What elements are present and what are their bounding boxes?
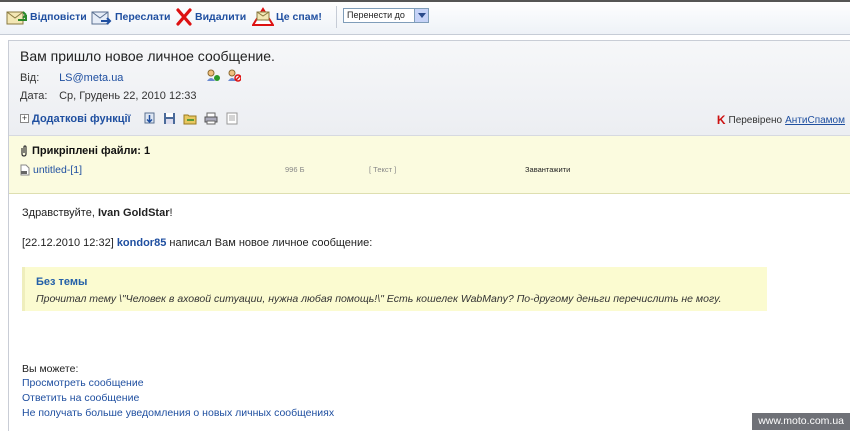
- antispam-link[interactable]: АнтиСпамом: [785, 115, 845, 126]
- rfc-icon[interactable]: [225, 112, 239, 125]
- move-to-folder-value: Перенести до: [347, 10, 405, 20]
- date-label: Дата:: [20, 90, 48, 102]
- extra-functions-link[interactable]: Додаткові функції: [32, 113, 131, 125]
- from-address[interactable]: LS@meta.ua: [59, 72, 123, 84]
- notice-line: [22.12.2010 12:32] kondor85 написал Вам …: [22, 237, 372, 249]
- reply-message-link[interactable]: Ответить на сообщение: [22, 392, 139, 404]
- reply-button[interactable]: Відповісти: [6, 7, 87, 27]
- spam-icon: [252, 7, 274, 27]
- attachment-file-name: untitled-[1]: [33, 164, 83, 176]
- reply-button-label: Відповісти: [30, 11, 87, 23]
- from-label: Від:: [20, 72, 40, 84]
- attachments-title-text: Прикріплені файли: 1: [32, 145, 151, 157]
- forward-button-label: Переслати: [115, 11, 171, 23]
- add-contact-icon[interactable]: [206, 69, 220, 85]
- expand-icon[interactable]: +: [20, 114, 29, 123]
- greeting: Здравствуйте, Ivan GoldStar!: [22, 207, 173, 219]
- attachment-file-link[interactable]: untitled-[1]: [20, 164, 82, 176]
- antispam-verified: K Перевірено АнтиСпамом: [717, 113, 845, 127]
- extra-functions-bar: + Додаткові функції: [20, 112, 246, 125]
- attachment-download-link[interactable]: Завантажити: [525, 165, 570, 174]
- greeting-name: Ivan GoldStar: [97, 207, 170, 219]
- delete-button[interactable]: Видалити: [175, 7, 246, 27]
- attachment-row: untitled-[1] 996 Б [ Текст ] Завантажити: [20, 164, 820, 178]
- attachments-section: Прикріплені файли: 1 untitled-[1] 996 Б …: [9, 136, 850, 194]
- move-to-folder-select[interactable]: Перенести до: [343, 8, 429, 23]
- view-message-link[interactable]: Просмотреть сообщение: [22, 377, 144, 389]
- forward-button[interactable]: Переслати: [91, 7, 170, 27]
- notice-author[interactable]: kondor85: [117, 237, 167, 249]
- from-row: Від: LS@meta.ua: [20, 72, 123, 84]
- antispam-k-icon: K: [716, 113, 726, 127]
- download-icon[interactable]: [143, 112, 156, 125]
- contact-actions: [206, 69, 242, 85]
- watermark: www.moto.com.ua: [752, 413, 850, 430]
- save-icon[interactable]: [163, 112, 176, 125]
- spam-button[interactable]: Це спам!: [252, 7, 322, 27]
- date-row: Дата: Ср, Грудень 22, 2010 12:33: [20, 90, 197, 102]
- delete-icon: [175, 8, 193, 26]
- quoted-message: Без темы Прочитал тему \"Человек в ахово…: [22, 267, 767, 311]
- quote-text: Прочитал тему \"Человек в аховой ситуаци…: [36, 293, 722, 305]
- message-subject: Вам пришло новое личное сообщение.: [20, 48, 275, 64]
- reply-icon: [6, 8, 28, 26]
- attachment-clip-icon: [20, 145, 28, 157]
- print-icon[interactable]: [204, 112, 218, 125]
- greeting-suffix: !: [169, 207, 173, 219]
- message-header: Вам пришло новое личное сообщение. Від: …: [9, 41, 850, 136]
- attachment-file-type: [ Текст ]: [369, 165, 397, 174]
- file-icon: [20, 164, 30, 176]
- greeting-prefix: Здравствуйте,: [22, 207, 95, 219]
- folder-icon[interactable]: [183, 112, 197, 125]
- date-value: Ср, Грудень 22, 2010 12:33: [59, 90, 197, 102]
- unsubscribe-link[interactable]: Не получать больше уведомления о новых л…: [22, 407, 334, 419]
- forward-icon: [91, 8, 113, 26]
- attachments-title: Прикріплені файли: 1: [20, 145, 150, 157]
- quote-title: Без темы: [36, 276, 88, 288]
- spam-button-label: Це спам!: [276, 11, 322, 23]
- message-panel: Вам пришло новое личное сообщение. Від: …: [8, 40, 850, 431]
- chevron-down-icon[interactable]: [414, 9, 428, 22]
- notice-text: написал Вам новое личное сообщение:: [169, 237, 373, 249]
- options-label: Вы можете:: [22, 363, 79, 375]
- block-contact-icon[interactable]: [227, 69, 242, 85]
- toolbar-separator: [336, 6, 337, 28]
- attachment-file-size: 996 Б: [285, 165, 305, 174]
- toolbar-top-line: [0, 0, 850, 2]
- notice-time: [22.12.2010 12:32]: [22, 237, 114, 249]
- delete-button-label: Видалити: [195, 11, 247, 23]
- toolbar: Відповісти Переслати Видалити Це спам! П…: [0, 0, 850, 35]
- verified-text: Перевірено: [728, 114, 783, 126]
